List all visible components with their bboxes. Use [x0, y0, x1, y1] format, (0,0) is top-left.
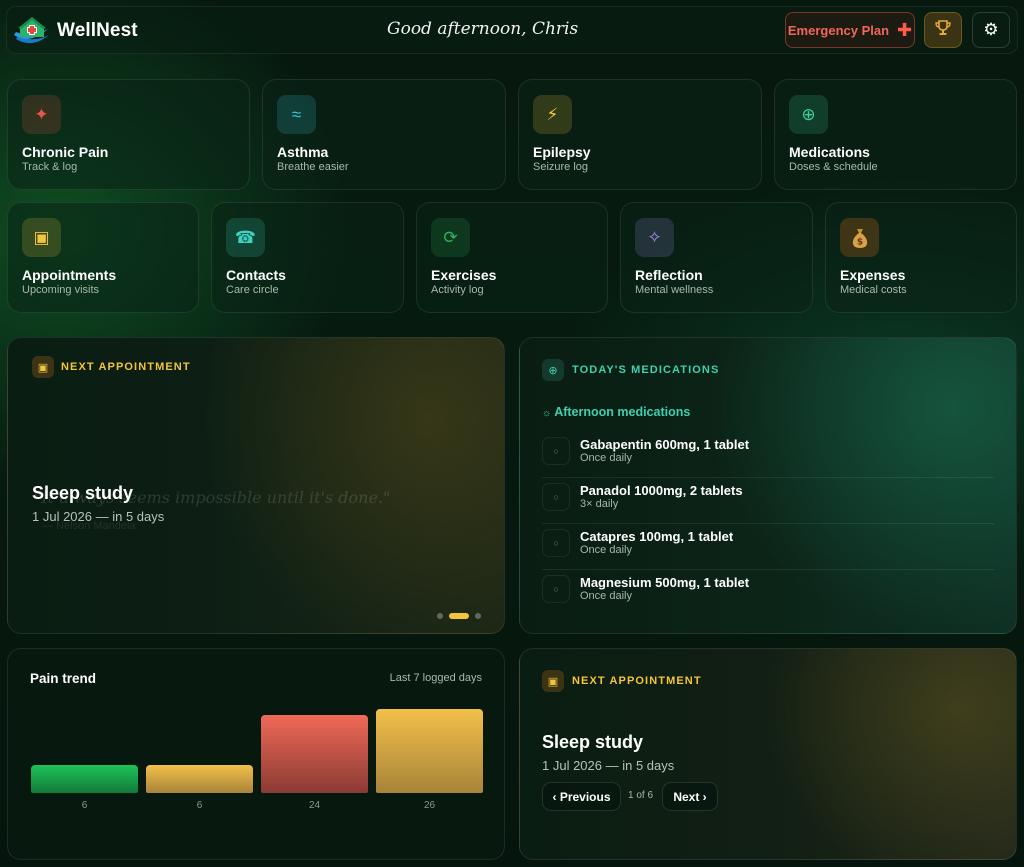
carousel-dot[interactable] [437, 613, 443, 619]
medication-name: Gabapentin 600mg, 1 tablet [580, 437, 750, 452]
tile-epilepsy[interactable]: ⚡ Epilepsy Seizure log [518, 79, 762, 190]
tile-reflection[interactable]: ✧ Reflection Mental wellness [620, 202, 813, 313]
refresh-icon: ⟳ [431, 218, 470, 257]
todays-medications-label: TODAY'S MEDICATIONS [572, 364, 720, 376]
next-appointment-widget: ▣ NEXT APPOINTMENT Sleep study 1 Jul 202… [519, 648, 1017, 860]
tile-subtitle: Breathe easier [277, 161, 349, 173]
pain-bar [376, 709, 483, 793]
settings-button[interactable]: ⚙ [972, 12, 1010, 48]
previous-button[interactable]: ‹ Previous [542, 782, 621, 811]
medication-checkbox[interactable]: ○ [542, 483, 570, 511]
tile-subtitle: Track & log [22, 161, 78, 173]
tile-subtitle: Doses & schedule [789, 161, 878, 173]
next-button[interactable]: Next › [662, 782, 718, 811]
gear-icon: ⚙ [983, 20, 999, 39]
phone-icon: ☎ [226, 218, 265, 257]
trophy-icon [934, 19, 952, 42]
carousel-dot[interactable] [475, 613, 481, 619]
svg-text:$: $ [856, 237, 862, 247]
sparkle-icon: ✦ [22, 95, 61, 134]
next-appointment-widget-label: NEXT APPOINTMENT [572, 675, 702, 687]
appointment-title: Sleep study [32, 483, 134, 503]
calendar-icon: ▣ [32, 356, 54, 378]
medication-name: Panadol 1000mg, 2 tablets [580, 483, 743, 498]
tile-subtitle: Seizure log [533, 161, 589, 173]
tile-contacts[interactable]: ☎ Contacts Care circle [211, 202, 404, 313]
pain-trend-card: Pain trend Last 7 logged days 6 6 24 26 [7, 648, 505, 860]
brand-name: WellNest [57, 20, 138, 41]
medication-row[interactable]: ○ Magnesium 500mg, 1 tablet Once daily [542, 570, 994, 616]
pain-trend-title: Pain trend [30, 671, 97, 686]
tile-asthma[interactable]: ≈ Asthma Breathe easier [262, 79, 506, 190]
pain-bar-label: 26 [423, 800, 436, 811]
next-appointment-label: NEXT APPOINTMENT [61, 361, 191, 373]
medication-row[interactable]: ○ Catapres 100mg, 1 tablet Once daily [542, 524, 994, 570]
medication-checkbox[interactable]: ○ [542, 437, 570, 465]
tile-subtitle: Upcoming visits [22, 284, 100, 296]
achievements-button[interactable] [924, 12, 962, 48]
pain-bar [31, 765, 138, 793]
tile-title: Exercises [431, 267, 497, 283]
pain-bar-label: 24 [308, 800, 321, 811]
medication-frequency: 3× daily [580, 498, 619, 510]
lightning-icon: ⚡ [533, 95, 572, 134]
money-bag-icon: $ [840, 218, 879, 257]
emergency-plan-button[interactable]: Emergency Plan ✚ [785, 12, 915, 48]
greeting-text: Good afternoon, Chris [387, 19, 579, 39]
pain-trend-chart: 6 6 24 26 [30, 709, 484, 819]
carousel-dots [437, 613, 481, 619]
tile-medications[interactable]: ⊕ Medications Doses & schedule [774, 79, 1017, 190]
emergency-plan-label: Emergency Plan [787, 22, 890, 38]
widget-appointment-title: Sleep study [542, 732, 644, 752]
pain-trend-range: Last 7 logged days [389, 672, 482, 684]
tile-title: Reflection [635, 267, 703, 283]
medication-checkbox[interactable]: ○ [542, 575, 570, 603]
pain-bar [146, 765, 253, 793]
tile-title: Medications [789, 144, 870, 160]
tile-title: Epilepsy [533, 144, 591, 160]
tile-expenses[interactable]: $ Expenses Medical costs [825, 202, 1017, 313]
tile-subtitle: Medical costs [840, 284, 907, 296]
sparkle-icon: ✧ [635, 218, 674, 257]
tile-subtitle: Mental wellness [635, 284, 714, 296]
tile-subtitle: Activity log [431, 284, 484, 296]
pain-bar-label: 6 [81, 800, 88, 811]
medication-row[interactable]: ○ Panadol 1000mg, 2 tablets 3× daily [542, 478, 994, 524]
medication-frequency: Once daily [580, 452, 632, 464]
medication-name: Catapres 100mg, 1 tablet [580, 529, 734, 544]
pill-icon: ⊕ [542, 359, 564, 381]
wellnest-logo-icon [12, 13, 52, 47]
tile-title: Chronic Pain [22, 144, 109, 160]
tile-title: Asthma [277, 144, 329, 160]
appointment-date: 1 Jul 2026 — in 5 days [32, 509, 165, 524]
medication-frequency: Once daily [580, 590, 632, 602]
medication-row[interactable]: ○ Gabapentin 600mg, 1 tablet Once daily [542, 432, 994, 478]
medication-frequency: Once daily [580, 544, 632, 556]
page-indicator: 1 of 6 [628, 790, 654, 801]
sun-icon: ☼ [542, 408, 552, 419]
pain-bar-label: 6 [196, 800, 203, 811]
medication-checkbox[interactable]: ○ [542, 529, 570, 557]
afternoon-section-label: Afternoon medications [554, 405, 691, 419]
carousel-dot-active[interactable] [449, 613, 469, 619]
tile-chronic-pain[interactable]: ✦ Chronic Pain Track & log [7, 79, 250, 190]
tile-title: Contacts [226, 267, 286, 283]
tile-title: Expenses [840, 267, 906, 283]
plus-icon: ✚ [897, 20, 913, 40]
tile-exercises[interactable]: ⟳ Exercises Activity log [416, 202, 608, 313]
tile-appointments[interactable]: ▣ Appointments Upcoming visits [7, 202, 199, 313]
tile-subtitle: Care circle [226, 284, 279, 296]
medication-name: Magnesium 500mg, 1 tablet [580, 575, 750, 590]
pill-icon: ⊕ [789, 95, 828, 134]
calendar-icon: ▣ [542, 670, 564, 692]
todays-medications-card: ⊕ TODAY'S MEDICATIONS ☼ Afternoon medica… [519, 337, 1017, 634]
afternoon-section: ☼ Afternoon medications [542, 405, 690, 419]
pain-bar [261, 714, 368, 793]
app-header: WellNest Good afternoon, Chris Emergency… [6, 6, 1018, 54]
calendar-icon: ▣ [22, 218, 61, 257]
widget-appointment-date: 1 Jul 2026 — in 5 days [542, 758, 675, 773]
wave-icon: ≈ [277, 95, 316, 134]
next-appointment-card[interactable]: ▣ NEXT APPOINTMENT "It always seems impo… [7, 337, 505, 634]
tile-title: Appointments [22, 267, 117, 283]
